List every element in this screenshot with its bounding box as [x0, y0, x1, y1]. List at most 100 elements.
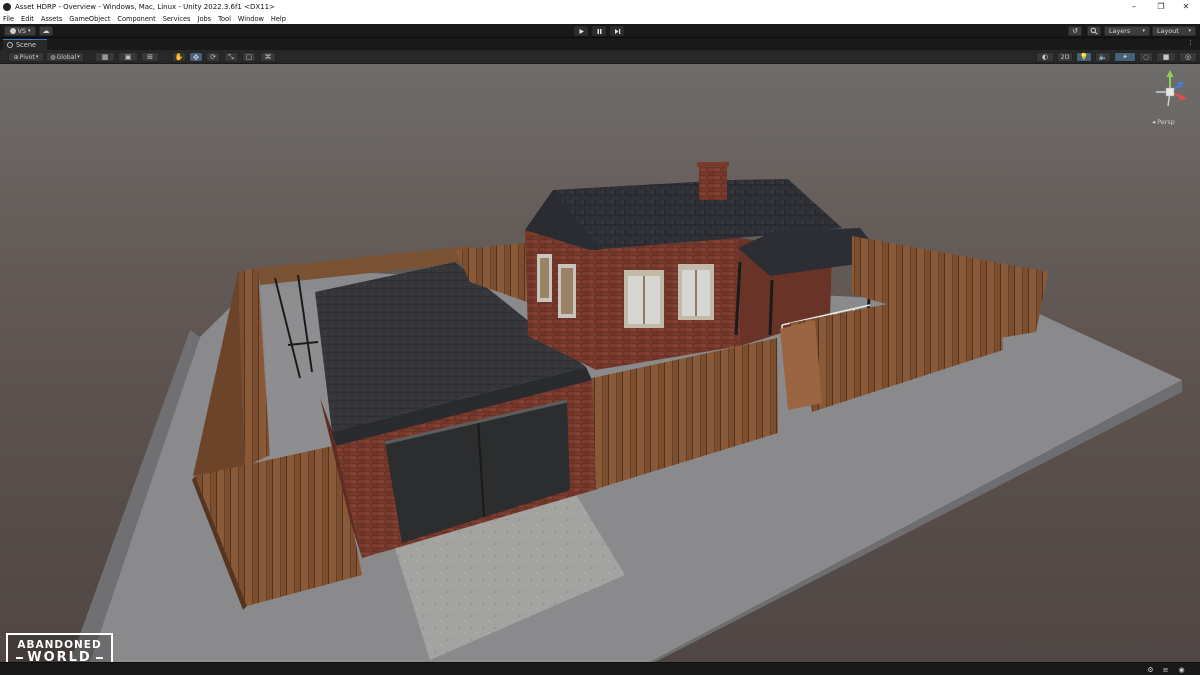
- global-label: Global: [56, 53, 77, 61]
- scene-render: [70, 162, 1182, 662]
- camera-settings-dropdown[interactable]: ■: [1156, 52, 1176, 62]
- grid-snapping-button[interactable]: ▦: [95, 52, 115, 62]
- maximize-button[interactable]: ❐: [1147, 0, 1175, 13]
- move-icon: ✥: [192, 52, 200, 62]
- menu-services[interactable]: Services: [163, 15, 191, 23]
- global-toggle[interactable]: ◍ Global ▾: [46, 52, 84, 62]
- scale-tool-button[interactable]: ⤡: [224, 52, 238, 62]
- grid-icon: ▦: [101, 53, 109, 61]
- logo-dash-right: [95, 656, 103, 659]
- search-icon: [1090, 27, 1098, 35]
- scale-icon: ⤡: [228, 52, 234, 61]
- toggle-2d-button[interactable]: 2D: [1057, 52, 1073, 62]
- pause-button[interactable]: [592, 26, 606, 36]
- menu-jobs[interactable]: Jobs: [198, 15, 212, 23]
- gizmos-dropdown[interactable]: ◎: [1179, 52, 1197, 62]
- menu-window[interactable]: Window: [238, 15, 264, 23]
- minimize-button[interactable]: –: [1120, 0, 1148, 13]
- gizmos-icon: ◎: [1184, 53, 1192, 61]
- hidden-objects-toggle[interactable]: ◌: [1139, 52, 1153, 62]
- pivot-icon: ⊕: [13, 53, 19, 61]
- network-icon[interactable]: ≡: [1161, 665, 1170, 674]
- account-label: VS: [17, 27, 26, 35]
- tab-scene-label: Scene: [16, 41, 37, 49]
- move-tool-button[interactable]: ✥: [189, 52, 203, 62]
- lighting-toggle[interactable]: 💡: [1076, 52, 1092, 62]
- lightbulb-icon: 💡: [1079, 53, 1089, 61]
- menu-tool[interactable]: Tool: [218, 15, 231, 23]
- projection-label[interactable]: ◂ Persp: [1152, 118, 1175, 126]
- menu-gameobject[interactable]: GameObject: [69, 15, 110, 23]
- logo-dash-left: [16, 656, 24, 659]
- axis-gizmo-icon: [1156, 70, 1187, 107]
- rect-tool-button[interactable]: ▢: [242, 52, 256, 62]
- debug-icon[interactable]: ⚙: [1146, 665, 1155, 674]
- abandoned-world-logo: ABANDONED WORLD: [6, 633, 113, 662]
- search-button[interactable]: [1087, 26, 1101, 36]
- layers-label: Layers: [1109, 27, 1131, 35]
- effects-icon: ✦: [1122, 53, 1128, 61]
- menu-assets[interactable]: Assets: [41, 15, 62, 23]
- step-button[interactable]: [610, 26, 624, 36]
- chevron-down-icon: ▾: [1142, 28, 1145, 34]
- layout-dropdown[interactable]: Layout ▾: [1152, 26, 1196, 36]
- window-title: Asset HDRP - Overview - Windows, Mac, Li…: [15, 2, 275, 11]
- camera-icon: ■: [1162, 53, 1170, 61]
- logo-line1: ABANDONED: [17, 638, 102, 651]
- globe-icon: ◍: [50, 53, 56, 61]
- pivot-toggle[interactable]: ⊕ Pivot ▾: [8, 52, 44, 62]
- history-icon: ↺: [1072, 27, 1078, 35]
- close-button[interactable]: ✕: [1172, 0, 1200, 13]
- cloud-button[interactable]: ☁: [39, 26, 53, 36]
- hand-tool-button[interactable]: ✋: [172, 52, 186, 62]
- tab-scene[interactable]: Scene: [3, 39, 47, 50]
- menu-file[interactable]: File: [3, 15, 14, 23]
- scene-icon: [7, 42, 13, 48]
- transform-tool-button[interactable]: ⌘: [260, 52, 276, 62]
- increment-button[interactable]: ⊞: [141, 52, 159, 62]
- menu-bar: File Edit Assets GameObject Component Se…: [0, 13, 1200, 24]
- draw-mode-dropdown[interactable]: ◐: [1036, 52, 1054, 62]
- chevron-down-icon: ▾: [35, 54, 39, 60]
- hand-icon: ✋: [174, 53, 184, 61]
- chevron-down-icon: ▾: [77, 54, 80, 60]
- chevron-down-icon: ▾: [27, 28, 31, 34]
- window-title-bar: Asset HDRP - Overview - Windows, Mac, Li…: [0, 0, 1200, 13]
- notifications-icon[interactable]: ◉: [1177, 665, 1186, 674]
- tab-strip: Scene ⋮: [0, 38, 1200, 50]
- menu-edit[interactable]: Edit: [21, 15, 34, 23]
- transform-icon: ⌘: [264, 53, 272, 61]
- rotate-icon: ⟳: [210, 53, 216, 61]
- snap-icon: ▣: [124, 53, 132, 61]
- layers-dropdown[interactable]: Layers ▾: [1104, 26, 1150, 36]
- speaker-icon: 🔈: [1098, 53, 1108, 61]
- main-toolbar: VS ▾ ☁ ↺ Layers ▾ Layout ▾: [0, 24, 1200, 38]
- scene-toolbar: ⊕ Pivot ▾ ◍ Global ▾ ▦ ▣ ⊞ ✋ ✥ ⟳ ⤡ ▢ ⌘ ◐…: [0, 50, 1200, 64]
- logo-line2: WORLD: [27, 649, 92, 662]
- unity-app-icon: [3, 2, 11, 11]
- status-bar: ⚙ ≡ ◉: [0, 662, 1200, 675]
- logo-line2-wrapper: WORLD: [12, 649, 106, 662]
- rotate-tool-button[interactable]: ⟳: [206, 52, 220, 62]
- account-dropdown[interactable]: VS ▾: [4, 26, 36, 36]
- play-button[interactable]: [574, 26, 588, 36]
- audio-toggle[interactable]: 🔈: [1095, 52, 1111, 62]
- shading-icon: ◐: [1041, 53, 1049, 61]
- step-icon: [614, 28, 620, 34]
- play-icon: [579, 28, 584, 34]
- orientation-gizmo[interactable]: ◂ Persp: [1150, 68, 1190, 130]
- chevron-down-icon: ▾: [1188, 28, 1191, 34]
- scene-viewport[interactable]: ◂ Persp ABANDONED WORLD: [0, 64, 1200, 662]
- pause-icon: [597, 28, 601, 34]
- menu-component[interactable]: Component: [117, 15, 155, 23]
- menu-help[interactable]: Help: [271, 15, 286, 23]
- snap-increment-button[interactable]: ▣: [118, 52, 138, 62]
- effects-dropdown[interactable]: ✦: [1114, 52, 1136, 62]
- account-icon: [9, 28, 16, 34]
- eye-off-icon: ◌: [1142, 53, 1150, 61]
- undo-history-button[interactable]: ↺: [1068, 26, 1082, 36]
- ruler-icon: ⊞: [147, 53, 153, 61]
- pivot-label: Pivot: [19, 53, 35, 61]
- more-options-icon[interactable]: ⋮: [1187, 39, 1194, 47]
- layout-label: Layout: [1157, 27, 1179, 35]
